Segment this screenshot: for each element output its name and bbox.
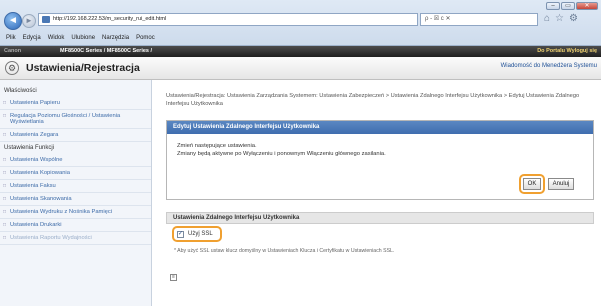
minimize-button[interactable]: – xyxy=(546,2,560,10)
window-controls: – ▭ ✕ xyxy=(546,2,598,10)
brand-bar: Canon MF8500C Series / MF8500C Series / … xyxy=(0,46,601,57)
menu-item-help[interactable]: Pomoc xyxy=(136,31,155,45)
dialog-message-line1: Zmień następujące ustawienia. xyxy=(177,143,257,149)
edit-dialog: Edytuj Ustawienia Zdalnego Interfejsu Uż… xyxy=(166,120,594,200)
ok-highlight: OK xyxy=(519,174,545,194)
sidebar-item-clock[interactable]: Ustawienia Zegara xyxy=(0,129,151,142)
page-header: ⚙ Ustawienia/Rejestracja Wiadomość do Me… xyxy=(0,57,601,80)
browser-chrome: – ▭ ✕ ◄ ► http://192.168.222.53/m_securi… xyxy=(0,0,601,46)
sidebar-item-scan[interactable]: Ustawienia Skanowania xyxy=(0,193,151,206)
list-icon[interactable]: ≡ xyxy=(170,274,177,281)
sidebar-item-memory-print[interactable]: Ustawienia Wydruku z Nośnika Pamięci xyxy=(0,206,151,219)
main-content: Ustawienia/Rejestracja: Ustawienia Zarzą… xyxy=(166,92,594,281)
sidebar-item-common[interactable]: Ustawienia Wspólne xyxy=(0,154,151,167)
arrow-right-icon: ► xyxy=(25,16,33,25)
menu-item-favorites[interactable]: Ulubione xyxy=(71,31,95,45)
cancel-button[interactable]: Anuluj xyxy=(548,178,574,190)
ssl-checkbox[interactable]: ✓ xyxy=(177,231,184,238)
back-button[interactable]: ◄ xyxy=(4,12,22,30)
address-text: http://192.168.222.53/m_security_rui_edi… xyxy=(53,16,167,22)
dialog-title: Edytuj Ustawienia Zdalnego Interfejsu Uż… xyxy=(167,121,593,134)
sidebar-item-paper[interactable]: Ustawienia Papieru xyxy=(0,97,151,110)
sidebar-item-fax[interactable]: Ustawienia Faksu xyxy=(0,180,151,193)
menu-item-edit[interactable]: Edycja xyxy=(23,31,41,45)
sidebar-item-volume-display[interactable]: Regulacja Poziomu Głośności / Ustawienia… xyxy=(0,110,151,129)
admin-message-link[interactable]: Wiadomość do Menedżera Systemu xyxy=(501,63,597,69)
ssl-highlight: ✓ Użyj SSL xyxy=(172,226,222,242)
menu-item-view[interactable]: Widok xyxy=(48,31,65,45)
sidebar: Właściwości Ustawienia Papieru Regulacja… xyxy=(0,80,152,306)
browser-icons: ⌂ ☆ ⚙ xyxy=(544,13,578,24)
sidebar-header-functions: Ustawienia Funkcji xyxy=(4,145,55,151)
address-controls[interactable]: ρ - ☒ c ✕ xyxy=(420,13,538,26)
close-button[interactable]: ✕ xyxy=(576,2,598,10)
sidebar-item-copy[interactable]: Ustawienia Kopiowania xyxy=(0,167,151,180)
rui-settings-section: Ustawienia Zdalnego Interfejsu Użytkowni… xyxy=(166,212,594,281)
forward-button[interactable]: ► xyxy=(22,14,36,28)
gear-icon[interactable]: ⚙ xyxy=(569,13,578,24)
sidebar-header-preferences: Właściwości xyxy=(4,88,37,94)
menu-item-file[interactable]: Plik xyxy=(6,31,16,45)
address-bar[interactable]: http://192.168.222.53/m_security_rui_edi… xyxy=(38,13,418,26)
portal-logout-link[interactable]: Do Portalu Wyloguj się xyxy=(537,46,597,57)
checkmark-icon: ✓ xyxy=(178,231,184,237)
menu-bar: Plik Edycja Widok Ulubione Narzędzia Pom… xyxy=(0,31,601,45)
menu-item-tools[interactable]: Narzędzia xyxy=(102,31,129,45)
ssl-label: Użyj SSL xyxy=(188,231,213,237)
dialog-body: Zmień następujące ustawienia. Zmiany będ… xyxy=(167,134,593,166)
breadcrumb: Ustawienia/Rejestracja: Ustawienia Zarzą… xyxy=(166,93,580,107)
favorites-icon[interactable]: ☆ xyxy=(555,13,564,24)
arrow-left-icon: ◄ xyxy=(8,15,18,26)
sidebar-item-report[interactable]: Ustawienia Raportu Wydajności xyxy=(0,232,151,245)
settings-icon: ⚙ xyxy=(5,61,19,75)
sidebar-item-printer[interactable]: Ustawienia Drukarki xyxy=(0,219,151,232)
page-icon xyxy=(42,16,50,23)
brand-logo: Canon xyxy=(4,48,22,54)
ssl-note: * Aby użyć SSL ustaw klucz domyślny w Us… xyxy=(174,248,395,254)
maximize-button[interactable]: ▭ xyxy=(561,2,575,10)
home-icon[interactable]: ⌂ xyxy=(544,13,550,24)
page-title: Ustawienia/Rejestracja xyxy=(26,62,140,74)
section-title: Ustawienia Zdalnego Interfejsu Użytkowni… xyxy=(166,212,594,224)
dialog-message-line2: Zmiany będą aktywne po Wyłączeniu i pono… xyxy=(177,151,386,157)
device-model: MF8500C Series / MF8500C Series / xyxy=(60,48,153,54)
ok-button[interactable]: OK xyxy=(523,178,541,190)
